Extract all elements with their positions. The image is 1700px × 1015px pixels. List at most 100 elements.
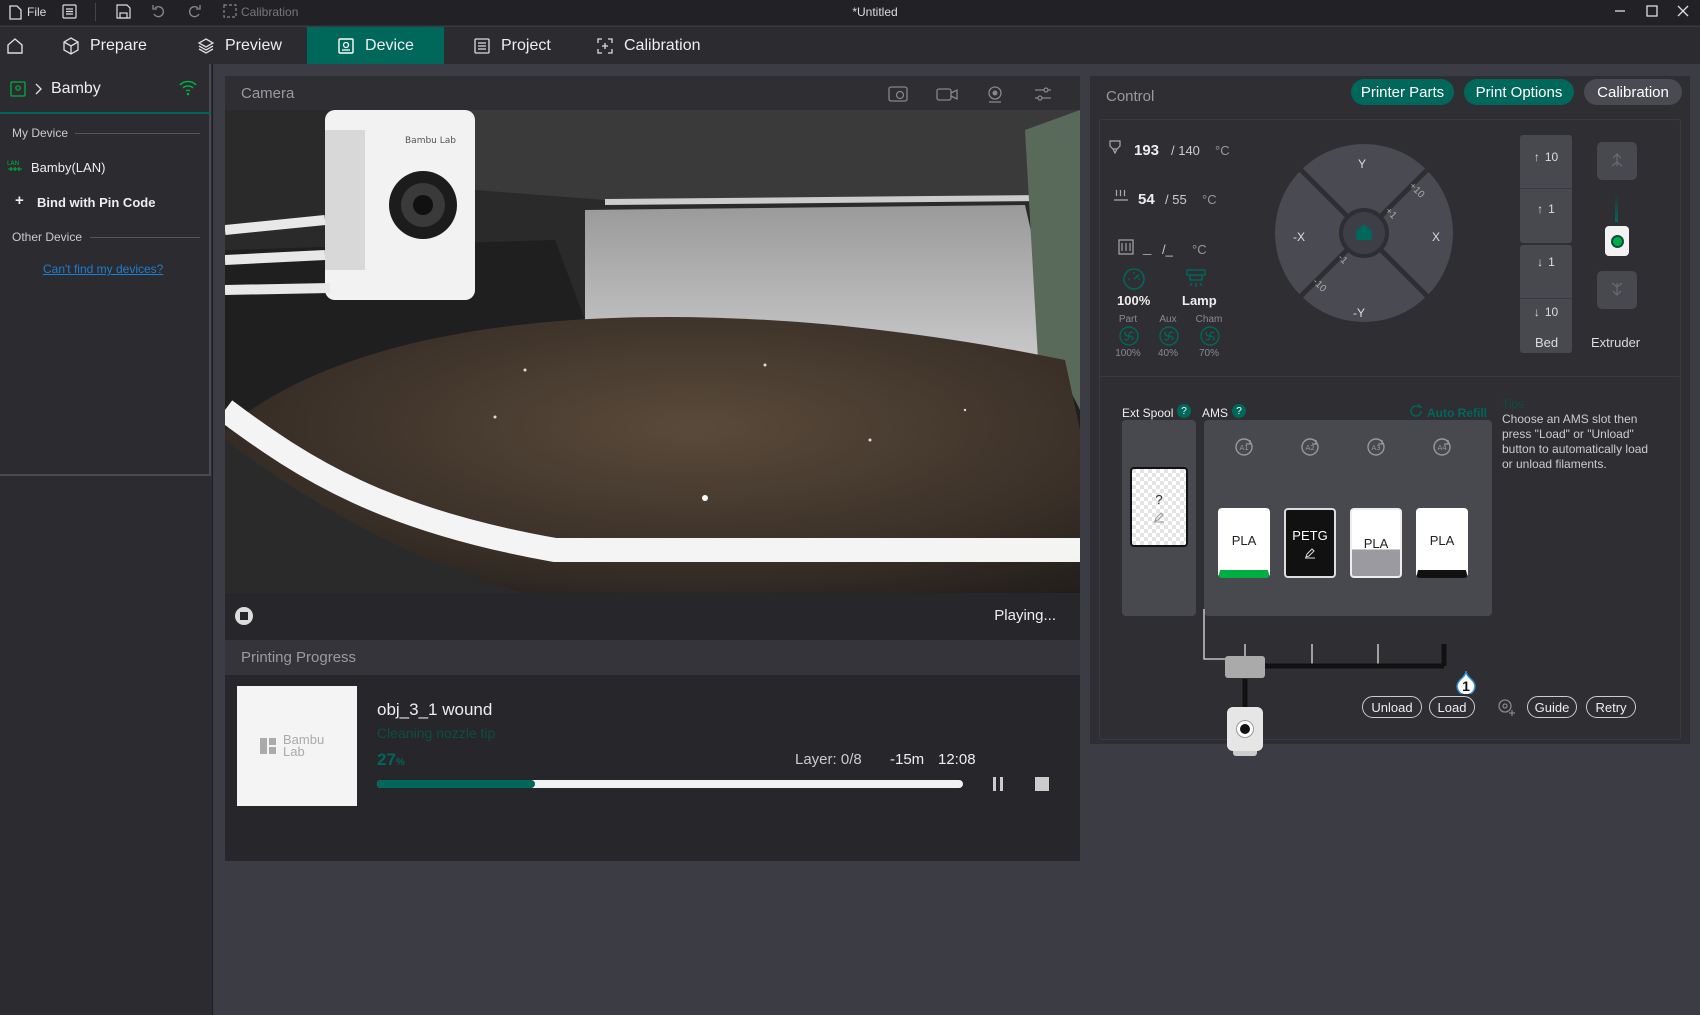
load-button[interactable]: Load	[1429, 696, 1475, 718]
edit-icon[interactable]	[1153, 511, 1165, 523]
chamber-temp: _	[1143, 240, 1152, 257]
stop-stream-icon[interactable]	[235, 607, 253, 625]
calibration-button[interactable]: Calibration	[1584, 79, 1682, 105]
arrow-up-icon: ↑	[1537, 202, 1544, 216]
ext-spool-slot[interactable]: ?	[1130, 467, 1188, 547]
webcam-icon[interactable]	[985, 85, 1005, 103]
bed-down-10-button[interactable]: ↓ 10	[1520, 305, 1572, 319]
plus-icon: +	[15, 192, 24, 209]
tab-label: Device	[365, 36, 414, 54]
heatbed-icon	[1113, 188, 1129, 204]
bed-temp[interactable]: 54	[1138, 191, 1155, 208]
bed-up-1-button[interactable]: ↑ 1	[1520, 202, 1572, 216]
bed-up-10-button[interactable]: ↑ 10	[1520, 150, 1572, 164]
tab-project[interactable]: Project	[459, 27, 565, 64]
lan-icon: LAN	[7, 158, 23, 174]
bambu-logo-icon	[259, 737, 277, 755]
extrude-up-icon	[1609, 152, 1625, 168]
nozzle-target[interactable]: / 140	[1171, 143, 1200, 158]
stop-print-icon[interactable]	[1035, 777, 1049, 791]
ams-settings-icon[interactable]	[1495, 696, 1517, 718]
jog-x-positive[interactable]: X	[1432, 230, 1440, 244]
device-main: Camera Bambu Lab Playing... Printing Pro…	[214, 64, 1700, 1015]
bed-down-1-button[interactable]: ↓ 1	[1520, 255, 1572, 269]
help-icon[interactable]: ?	[1177, 404, 1191, 418]
finish-time: 12:08	[938, 751, 976, 768]
active-slot-badge: 1	[1455, 670, 1477, 694]
home-tab[interactable]	[0, 27, 30, 64]
pause-icon[interactable]	[991, 776, 1005, 792]
printer-parts-button[interactable]: Printer Parts	[1351, 79, 1454, 105]
slot-a1-refresh-icon[interactable]: A1	[1233, 436, 1255, 458]
device-icon	[337, 37, 355, 55]
fan-aux-icon[interactable]	[1159, 326, 1179, 346]
other-device-heading: Other Device	[12, 230, 83, 244]
slot-a2-refresh-icon[interactable]: A2	[1299, 436, 1321, 458]
progress-bar-fill	[377, 780, 536, 788]
tab-prepare[interactable]: Prepare	[48, 27, 161, 64]
print-options-button[interactable]: Print Options	[1464, 79, 1574, 105]
xy-jog-pad[interactable]: Y -Y -X X +10 +1 -1 -10	[1274, 143, 1454, 323]
progress-bar	[377, 780, 963, 788]
bed-label: Bed	[1535, 335, 1559, 350]
svg-text:A3: A3	[1372, 444, 1381, 452]
device-list-panel: Bamby My Device LAN Bamby(LAN) + Bind wi…	[0, 64, 211, 476]
help-icon[interactable]: ?	[1232, 404, 1246, 418]
divider	[90, 237, 200, 238]
tab-label: Preview	[225, 36, 282, 54]
jog-x-negative[interactable]: -X	[1293, 230, 1305, 244]
tab-calibration[interactable]: Calibration	[582, 27, 714, 64]
arrow-down-icon: ↓	[1537, 255, 1544, 269]
job-stage: Cleaning nozzle tip	[377, 725, 496, 741]
filament-path	[1203, 609, 1447, 709]
project-icon	[473, 37, 491, 55]
tab-preview[interactable]: Preview	[183, 27, 296, 64]
remaining-time: -15m	[890, 751, 925, 768]
printer-selector[interactable]: Bamby	[0, 64, 211, 114]
fan-part-label: Part	[1118, 314, 1138, 325]
speed-icon[interactable]	[1122, 267, 1146, 291]
retry-button[interactable]: Retry	[1586, 696, 1636, 718]
camera-feed[interactable]: Bambu Lab	[225, 110, 1080, 593]
fan-part-icon[interactable]	[1119, 326, 1139, 346]
svg-text:LAN: LAN	[7, 160, 19, 167]
ams-label: AMS	[1202, 406, 1229, 420]
speed-value: 100%	[1117, 293, 1151, 308]
recording-icon[interactable]	[936, 85, 958, 103]
jog-y-negative[interactable]: -Y	[1353, 306, 1365, 320]
lamp-icon[interactable]	[1184, 267, 1208, 291]
printer-name: Bamby	[51, 80, 101, 97]
unload-button[interactable]: Unload	[1362, 696, 1422, 718]
device-lan-item[interactable]: Bamby(LAN)	[31, 160, 105, 175]
close-icon[interactable]	[1676, 4, 1690, 18]
stream-status: Playing...	[994, 607, 1056, 624]
svg-text:A4: A4	[1438, 444, 1448, 452]
auto-refill-icon	[1408, 403, 1424, 419]
timelapse-icon[interactable]	[888, 85, 908, 103]
bed-unit: °C	[1202, 192, 1217, 207]
bed-target[interactable]: / 55	[1165, 192, 1187, 207]
fan-chamber-label: Cham	[1195, 314, 1223, 325]
tab-device[interactable]: Device	[307, 27, 444, 64]
slot-a4-refresh-icon[interactable]: A4	[1431, 436, 1453, 458]
bind-pin-code-button[interactable]: Bind with Pin Code	[37, 195, 155, 210]
playback-bar: Playing...	[225, 593, 1080, 640]
maximize-icon[interactable]	[1645, 4, 1659, 18]
nozzle-temp[interactable]: 193	[1134, 142, 1159, 159]
guide-button[interactable]: Guide	[1527, 696, 1577, 718]
fan-aux-label: Aux	[1159, 314, 1177, 325]
minimize-icon[interactable]	[1613, 4, 1627, 18]
wifi-icon	[178, 79, 198, 97]
svg-text:Bambu Lab: Bambu Lab	[405, 136, 456, 146]
auto-refill-button[interactable]: Auto Refill	[1427, 406, 1487, 420]
chamber-target: /_	[1162, 242, 1173, 257]
lamp-label: Lamp	[1182, 293, 1217, 308]
settings-sliders-icon[interactable]	[1033, 85, 1053, 103]
slot-a3-refresh-icon[interactable]: A3	[1365, 436, 1387, 458]
chamber-unit: °C	[1192, 242, 1207, 257]
tab-label: Calibration	[624, 36, 701, 54]
tips-text: Choose an AMS slot then press "Load" or …	[1502, 412, 1649, 471]
jog-y-positive[interactable]: Y	[1358, 157, 1366, 171]
fan-chamber-icon[interactable]	[1200, 326, 1220, 346]
cant-find-devices-link[interactable]: Can't find my devices?	[43, 262, 163, 276]
